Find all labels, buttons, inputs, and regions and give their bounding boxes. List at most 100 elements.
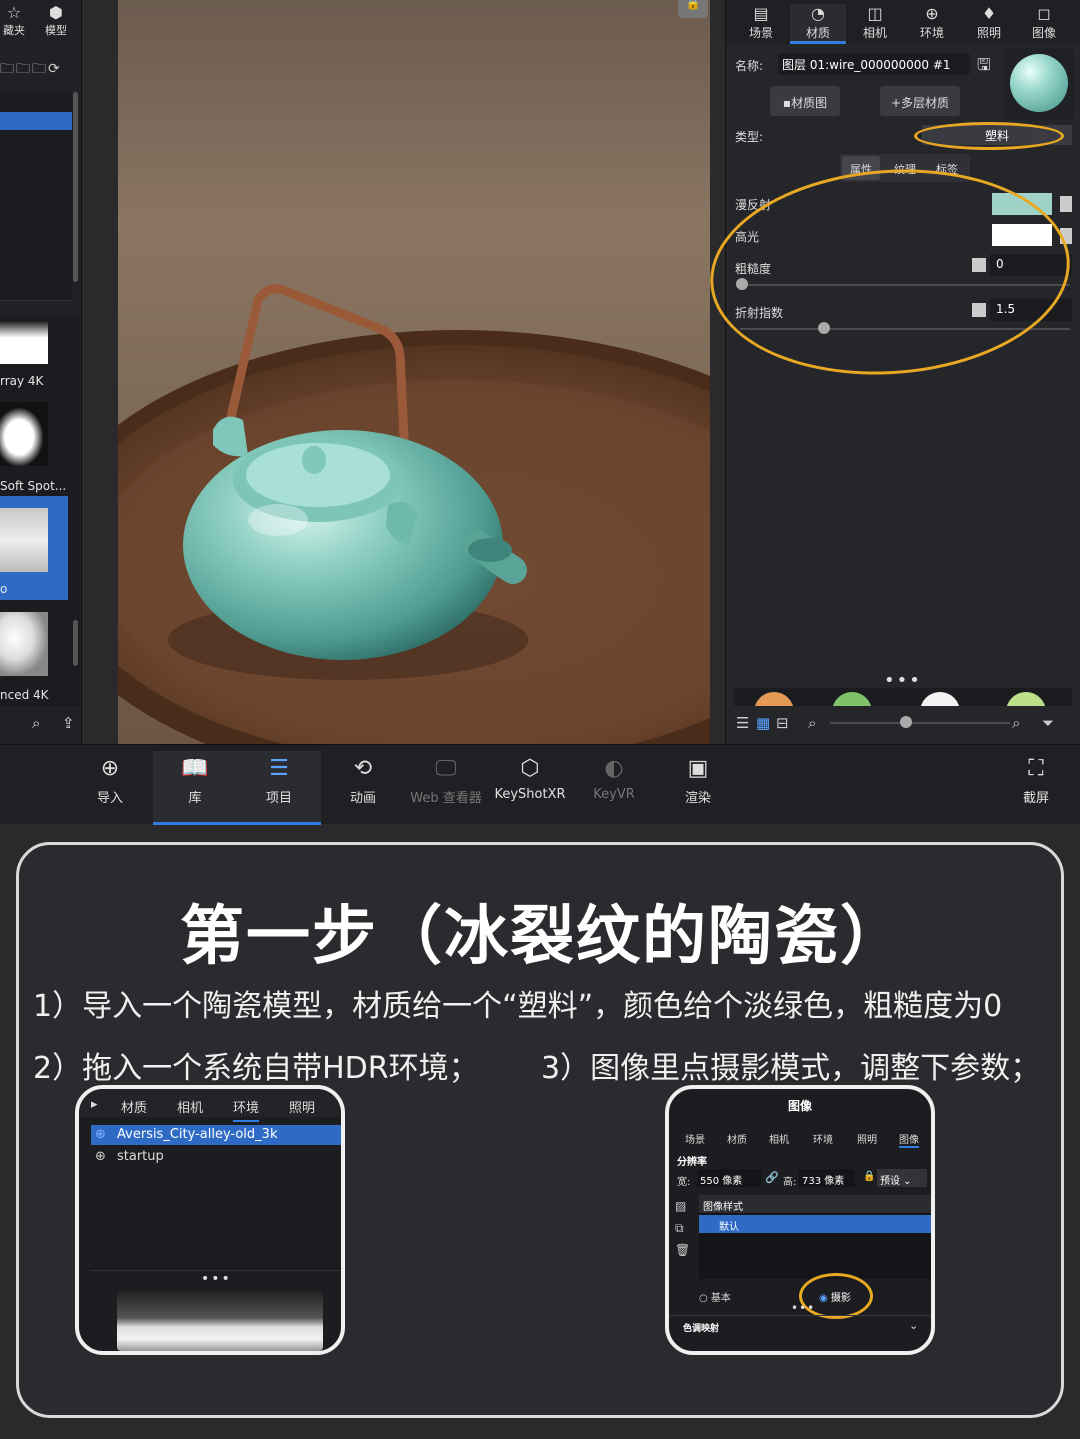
save-icon[interactable]: 🖫 [977,54,991,81]
tab-environment[interactable]: 环境 [233,1097,260,1122]
filter-icon[interactable]: ⏷ [1042,714,1054,732]
globe-icon: ⊕ [95,1149,106,1164]
material-ball[interactable] [754,692,794,706]
folder-item-selected[interactable] [0,112,72,130]
hdri-thumbnail [0,508,48,572]
screenshot-button[interactable]: ⛶ 截屏 [994,751,1078,806]
tab-environment[interactable]: ⊕ 环境 [904,4,960,41]
cubes-icon: ⬢ [49,3,63,22]
tab-scene[interactable]: ▤ 场景 [733,4,789,41]
environment-item-selected[interactable]: ⊕ Aversis_City-alley-old_3k [91,1125,341,1145]
animation-button[interactable]: ⟲ 动画 [321,751,405,806]
library-panel: ☆ 藏夹 ⬢ 模型 🗀🗀🗀⟳ rray 4K Soft Spot... o nc… [0,0,82,744]
thumbnail-label: nced 4K [0,688,49,702]
render-button[interactable]: ▣ 渲染 [656,751,740,806]
lock-icon[interactable]: 🔒 [678,0,708,18]
teapot-render [118,284,710,744]
scrollbar[interactable] [73,92,78,282]
search-icon[interactable]: ⌕ [808,714,816,732]
material-name-field[interactable]: 图层 01:wire_000000000 #1 [778,53,970,75]
scene-icon: ▤ [753,4,769,23]
thumbnail-selected[interactable]: o [0,496,68,600]
tab-material[interactable]: 材质 [727,1131,747,1146]
scrollbar[interactable] [73,620,78,666]
tab-scene[interactable]: 场景 [685,1131,705,1146]
hdri-thumbnail[interactable] [0,612,48,676]
folder-up-icon[interactable]: 🗀 [32,61,48,77]
image-icon: ◻ [1037,4,1051,23]
tab-favorites[interactable]: ☆ 藏夹 [0,4,34,38]
globe-icon: ⊕ [95,1127,106,1142]
search-icon[interactable]: ⌕ [32,714,40,732]
thumbnail-size-slider[interactable] [830,722,1010,724]
environment-item[interactable]: ⊕ startup [91,1147,341,1167]
hdri-thumbnail[interactable] [0,402,48,466]
tab-image[interactable]: ◻ 图像 [1016,4,1072,41]
type-label: 类型: [735,130,764,144]
tab-material[interactable]: 材质 [121,1097,147,1116]
highlight-ring [914,122,1064,150]
web-viewer-button[interactable]: 🖵 Web 查看器 [404,751,488,806]
hdri-thumbnail[interactable] [117,1291,323,1351]
material-ball[interactable] [920,692,960,706]
tab-image[interactable]: 图像 [899,1131,919,1148]
material-ball [1010,54,1068,112]
image-style-header: 图像样式 [699,1195,931,1213]
tab-camera[interactable]: 相机 [769,1131,789,1146]
list-view-icon[interactable]: ☰ [736,714,749,732]
chevron-down-icon[interactable]: ⌄ [909,1319,918,1332]
environment-screenshot: ▸ 材质 相机 环境 照明 ⊕ Aversis_City-alley-old_3… [75,1085,345,1355]
material-ball[interactable] [832,692,872,706]
preset-select[interactable]: 预设 ⌄ [877,1169,927,1187]
chevron-down-icon: ⌄ [900,1176,912,1187]
tab-material[interactable]: ◔ 材质 [790,4,846,44]
step-1-text: 1）导入一个陶瓷模型，材质给一个“塑料”，颜色给个淡绿色，粗糙度为0 [33,989,1003,1024]
vr-icon: ◐ [604,756,624,781]
library-button[interactable]: 📖 库 [153,751,237,825]
tab-lighting[interactable]: 照明 [289,1097,315,1116]
tab-models[interactable]: ⬢ 模型 [36,4,76,38]
keyvr-button[interactable]: ◐ KeyVR [572,751,656,802]
copy-icon[interactable]: ⧉ [675,1217,690,1239]
height-input[interactable]: 733 像素 [799,1169,855,1187]
project-button[interactable]: ☰ 项目 [237,751,321,825]
render-viewport[interactable]: 🔒 [118,0,710,744]
tab-lighting[interactable]: ♦ 照明 [961,4,1017,41]
mode-basic-radio[interactable]: ○ 基本 [699,1289,731,1304]
more-icon[interactable]: ••• [791,1301,815,1315]
more-icon[interactable]: ••• [201,1271,232,1287]
plus-icon: + [890,96,902,110]
folder-add-icon[interactable]: 🗀 [0,61,16,77]
folder-tools[interactable]: 🗀🗀🗀⟳ [0,58,80,82]
keyshotxr-button[interactable]: ⬡ KeyShotXR [488,751,572,802]
instruction-card: 第一步（冰裂纹的陶瓷） 1）导入一个陶瓷模型，材质给一个“塑料”，颜色给个淡绿色… [16,842,1064,1418]
material-graph-button[interactable]: ▪材质图 [770,86,840,116]
graph-icon: ▪ [782,96,792,110]
material-ball[interactable] [1006,692,1046,706]
thumbnail-label: o [0,582,8,596]
panel-header: 图像 [787,1099,812,1113]
tree-view-icon[interactable]: ⊟ [776,714,789,732]
image-icon[interactable]: ▨ [675,1195,690,1217]
grid-view-icon[interactable]: ▦ [756,714,770,732]
upload-icon[interactable]: ⇪ [62,714,75,732]
trash-icon[interactable]: 🗑 [675,1239,690,1261]
hdri-thumbnail[interactable] [0,320,48,364]
import-button[interactable]: ⊕ 导入 [68,751,152,806]
lock-icon[interactable]: 🔒 [863,1171,875,1182]
search-icon[interactable]: ⌕ [1012,714,1020,732]
tab-lighting[interactable]: 照明 [857,1131,877,1146]
material-preview [1004,48,1074,120]
image-style-item[interactable]: 默认 [699,1215,931,1233]
multi-material-button[interactable]: +多层材质 [880,86,960,116]
width-input[interactable]: 550 像素 [697,1169,761,1187]
thumbnail-size-knob[interactable] [900,716,912,728]
mini-tabs: ▸ 材质 相机 环境 照明 [79,1089,341,1122]
tab-camera[interactable]: ◫ 相机 [847,4,903,41]
folder-icon[interactable]: 🗀 [16,61,32,77]
refresh-icon[interactable]: ⟳ [48,61,62,77]
tab-camera[interactable]: 相机 [177,1097,203,1116]
texture-map-icon[interactable] [1060,196,1072,212]
tab-environment[interactable]: 环境 [813,1131,833,1146]
link-icon[interactable]: 🔗 [765,1171,779,1184]
